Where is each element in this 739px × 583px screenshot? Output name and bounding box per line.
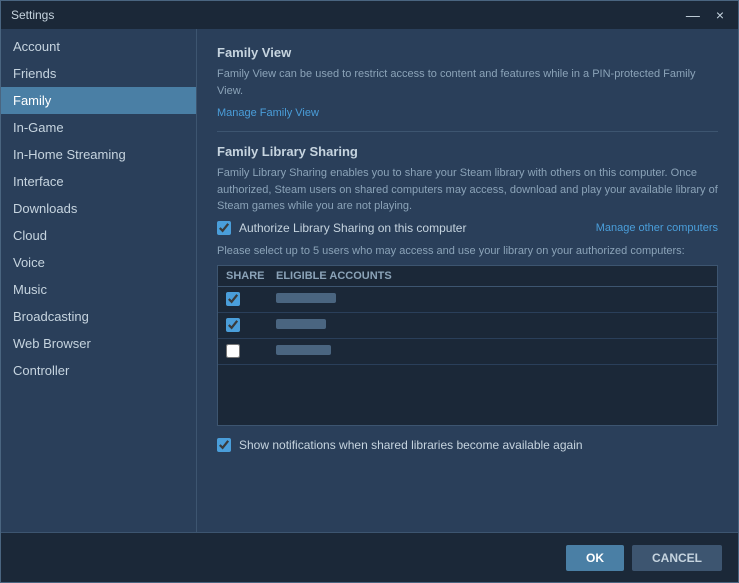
sidebar-item-downloads[interactable]: Downloads — [1, 195, 196, 222]
sidebar-item-controller[interactable]: Controller — [1, 357, 196, 384]
account1-checkbox[interactable] — [226, 292, 240, 306]
select-users-text: Please select up to 5 users who may acce… — [217, 245, 718, 257]
main-content: Account Friends Family In-Game In-Home S… — [1, 29, 738, 532]
accounts-column-header: ELIGIBLE ACCOUNTS — [276, 270, 709, 282]
sidebar-item-voice[interactable]: Voice — [1, 249, 196, 276]
notification-checkbox[interactable] — [217, 438, 231, 452]
table-header: SHARE ELIGIBLE ACCOUNTS — [218, 266, 717, 287]
table-row — [218, 287, 717, 313]
sidebar-item-family[interactable]: Family — [1, 87, 196, 114]
library-sharing-title: Family Library Sharing — [217, 144, 718, 159]
settings-window: Settings — × Account Friends Family In-G… — [0, 0, 739, 583]
manage-other-computers-link[interactable]: Manage other computers — [596, 222, 718, 234]
table-row — [218, 339, 717, 365]
library-sharing-description: Family Library Sharing enables you to sh… — [217, 165, 718, 215]
notification-row: Show notifications when shared libraries… — [217, 438, 718, 452]
row3-check — [226, 344, 276, 358]
row2-check — [226, 318, 276, 332]
sidebar-item-in-game[interactable]: In-Game — [1, 114, 196, 141]
manage-family-view-link[interactable]: Manage Family View — [217, 107, 319, 119]
section-divider — [217, 131, 718, 132]
row1-check — [226, 292, 276, 306]
sidebar-item-account[interactable]: Account — [1, 33, 196, 60]
sidebar-item-music[interactable]: Music — [1, 276, 196, 303]
close-button[interactable]: × — [712, 7, 728, 23]
account2-checkbox[interactable] — [226, 318, 240, 332]
authorize-row: Authorize Library Sharing on this comput… — [217, 221, 718, 235]
minimize-button[interactable]: — — [682, 7, 704, 23]
account1-blurred — [276, 293, 336, 303]
cancel-button[interactable]: CANCEL — [632, 545, 722, 571]
notification-label: Show notifications when shared libraries… — [239, 438, 583, 452]
sidebar-item-cloud[interactable]: Cloud — [1, 222, 196, 249]
account3-blurred — [276, 345, 331, 355]
accounts-table: SHARE ELIGIBLE ACCOUNTS — [217, 265, 718, 426]
sidebar-item-in-home-streaming[interactable]: In-Home Streaming — [1, 141, 196, 168]
window-title: Settings — [11, 8, 54, 22]
sidebar-item-web-browser[interactable]: Web Browser — [1, 330, 196, 357]
sidebar-item-friends[interactable]: Friends — [1, 60, 196, 87]
sidebar-item-interface[interactable]: Interface — [1, 168, 196, 195]
table-row — [218, 313, 717, 339]
authorize-left: Authorize Library Sharing on this comput… — [217, 221, 466, 235]
account2-blurred — [276, 319, 326, 329]
account1-name — [276, 293, 709, 306]
family-view-title: Family View — [217, 45, 718, 60]
title-controls: — × — [682, 7, 728, 23]
authorize-label: Authorize Library Sharing on this comput… — [239, 221, 466, 235]
account3-name — [276, 345, 709, 358]
account3-checkbox[interactable] — [226, 344, 240, 358]
title-bar: Settings — × — [1, 1, 738, 29]
sidebar: Account Friends Family In-Game In-Home S… — [1, 29, 197, 532]
sidebar-item-broadcasting[interactable]: Broadcasting — [1, 303, 196, 330]
family-view-description: Family View can be used to restrict acce… — [217, 66, 718, 99]
table-empty-space — [218, 365, 717, 425]
share-column-header: SHARE — [226, 270, 276, 282]
account2-name — [276, 319, 709, 332]
authorize-checkbox[interactable] — [217, 221, 231, 235]
ok-button[interactable]: OK — [566, 545, 624, 571]
bottom-bar: OK CANCEL — [1, 532, 738, 582]
content-area: Family View Family View can be used to r… — [197, 29, 738, 532]
